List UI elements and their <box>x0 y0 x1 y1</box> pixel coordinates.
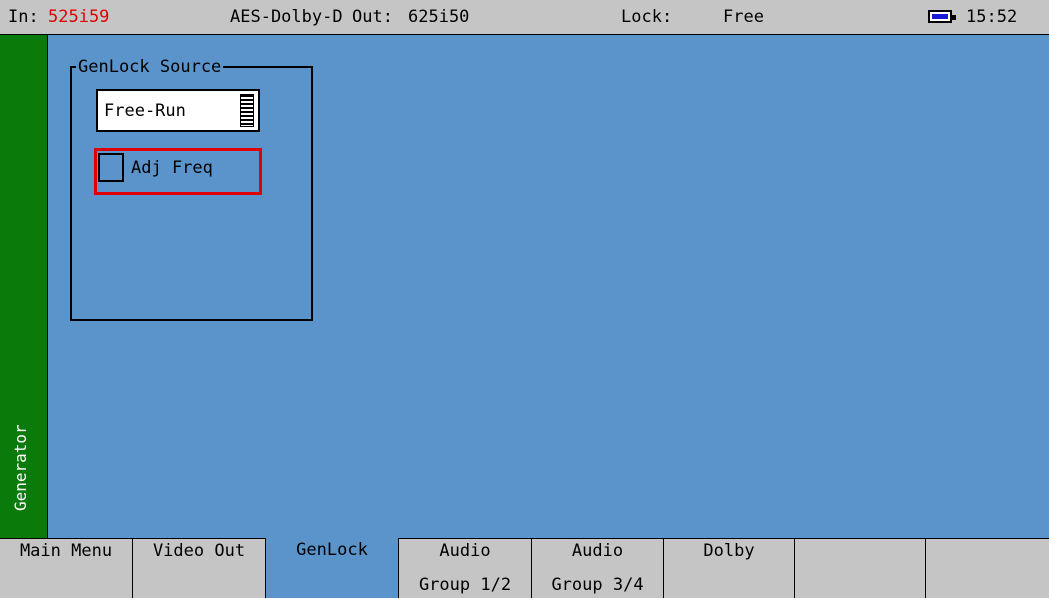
sidebar-label: Generator <box>11 424 30 511</box>
tab-main-menu[interactable]: Main Menu <box>0 539 133 598</box>
tab-dolby[interactable]: Dolby <box>664 539 795 598</box>
sidebar-generator: Generator <box>0 35 48 538</box>
tab-genlock[interactable]: GenLock <box>266 538 399 598</box>
tab-label: Dolby <box>703 541 755 561</box>
scroll-list-icon[interactable] <box>240 94 254 127</box>
tab-label: Audio <box>439 541 491 561</box>
output-label: Out: <box>352 7 393 27</box>
tab-label: Audio <box>571 541 624 561</box>
input-label: In: <box>8 7 39 27</box>
tab-audio-group-1-2[interactable]: Audio Group 1/2 <box>399 539 532 598</box>
lock-value: Free <box>723 7 764 27</box>
battery-icon <box>928 10 956 23</box>
adj-freq-label: Adj Freq <box>131 158 213 178</box>
softkey-bar: Main Menu Video Out GenLock Audio Group … <box>0 538 1049 598</box>
genlock-source-value: Free-Run <box>104 101 186 121</box>
genlock-source-select[interactable]: Free-Run <box>96 89 260 132</box>
output-format: 625i50 <box>408 7 470 27</box>
tab-sublabel: Group 1/2 <box>418 575 512 595</box>
tab-sublabel: Group 3/4 <box>551 575 644 595</box>
audio-format: AES-Dolby-D <box>230 7 343 27</box>
tab-label: Main Menu <box>19 541 113 561</box>
tab-label: Video Out <box>152 541 246 561</box>
clock: 15:52 <box>966 7 1018 27</box>
input-format: 525i59 <box>48 7 110 27</box>
tab-audio-group-3-4[interactable]: Audio Group 3/4 <box>532 539 664 598</box>
tab-video-out[interactable]: Video Out <box>133 539 266 598</box>
tab-label: GenLock <box>296 540 368 560</box>
adj-freq-checkbox[interactable] <box>98 153 124 182</box>
lock-label: Lock: <box>621 7 673 27</box>
group-title: GenLock Source <box>76 56 224 78</box>
tab-empty-8[interactable] <box>926 539 1049 598</box>
status-bar: In: 525i59 AES-Dolby-D Out: 625i50 Lock:… <box>0 0 1049 35</box>
tab-empty-7[interactable] <box>795 539 926 598</box>
